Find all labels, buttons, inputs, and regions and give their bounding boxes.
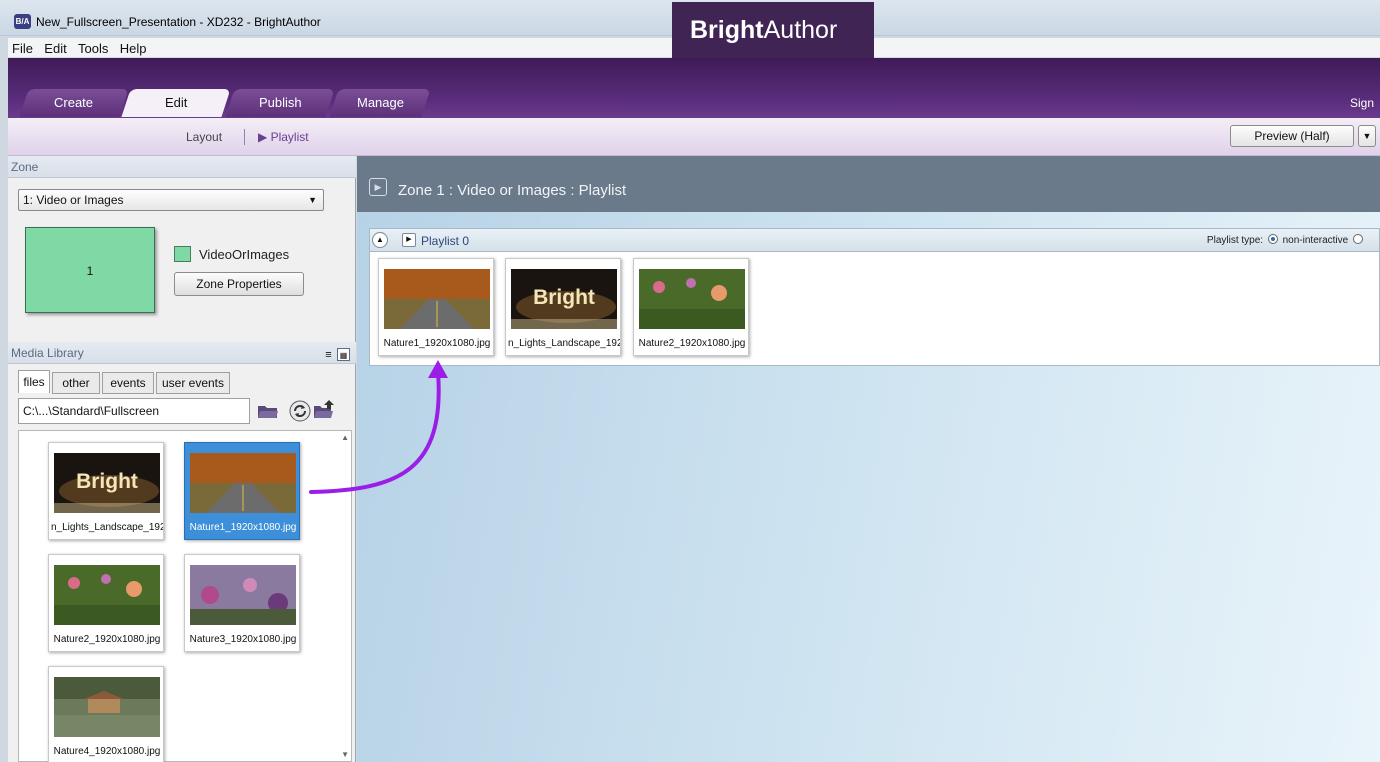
tab-publish[interactable]: Publish [225, 89, 335, 117]
media-file-item-selected[interactable]: Nature1_1920x1080.jpg [184, 442, 300, 540]
zone-header: ▶ Zone 1 : Video or Images : Playlist [357, 156, 1380, 212]
playlist-item[interactable]: Nature1_1920x1080.jpg [378, 258, 494, 356]
playlist-item-name: Nature2_1920x1080.jpg [638, 338, 746, 349]
purple-flowers-thumbnail [190, 565, 296, 625]
media-file-item[interactable]: Nature2_1920x1080.jpg [48, 554, 164, 652]
open-folder-icon[interactable] [257, 402, 279, 420]
view-toggle: ≡ ▦ [320, 347, 350, 362]
svg-text:Bright: Bright [533, 286, 595, 309]
zone-section-heading: Zone [8, 156, 356, 178]
road-thumbnail [190, 453, 296, 513]
playlist-item[interactable]: Nature2_1920x1080.jpg [633, 258, 749, 356]
media-file-item[interactable]: Nature3_1920x1080.jpg [184, 554, 300, 652]
menu-file[interactable]: File [8, 38, 37, 56]
media-file-name: Nature4_1920x1080.jpg [53, 746, 161, 757]
playlist-type-label: Playlist type: [1206, 235, 1264, 246]
tab-create[interactable]: Create [19, 89, 129, 117]
zone-select[interactable]: 1: Video or Images ▼ [18, 189, 324, 211]
refresh-icon[interactable] [289, 400, 311, 422]
bright-logo-thumbnail: Bright [511, 269, 617, 329]
chevron-down-icon: ▼ [308, 195, 317, 205]
svg-text:Bright: Bright [76, 470, 138, 493]
grid-view-icon[interactable]: ▦ [337, 348, 350, 361]
tab-files[interactable]: files [18, 370, 50, 393]
scroll-down-arrow-icon[interactable]: ▼ [341, 750, 349, 759]
playlist-item-name: n_Lights_Landscape_192( [508, 338, 620, 349]
zone-properties-button[interactable]: Zone Properties [174, 272, 304, 296]
subnav-playlist[interactable]: ▶ Playlist [258, 130, 309, 144]
play-icon: ▶ [369, 178, 387, 196]
brightauthor-app-icon: B/A [14, 14, 31, 29]
playlist-name: Playlist 0 [421, 234, 470, 248]
media-file-name: Nature3_1920x1080.jpg [189, 634, 297, 645]
flowers-thumbnail [54, 565, 160, 625]
menu-tools[interactable]: Tools [74, 38, 112, 56]
media-file-name: Nature1_1920x1080.jpg [189, 522, 297, 533]
subnav-layout[interactable]: Layout [186, 130, 222, 144]
media-file-name: Nature2_1920x1080.jpg [53, 634, 161, 645]
playlist-item-name: Nature1_1920x1080.jpg [383, 338, 491, 349]
edit-subbar: Layout ▶ Playlist Preview (Half) ▼ [8, 118, 1380, 156]
playlist-type-value: non-interactive [1282, 235, 1349, 246]
zone-color-swatch [174, 246, 191, 262]
folder-up-icon[interactable] [313, 398, 335, 420]
media-library-heading: Media Library [8, 342, 356, 364]
road-thumbnail [384, 269, 490, 329]
playlist-item[interactable]: Bright n_Lights_Landscape_192( [505, 258, 621, 356]
flowers-thumbnail [639, 269, 745, 329]
collapse-icon[interactable]: ▲ [372, 232, 388, 248]
tab-manage[interactable]: Manage [329, 89, 431, 117]
tab-events[interactable]: events [102, 372, 154, 394]
sign-in-link[interactable]: Sign [1350, 96, 1374, 110]
play-icon[interactable]: ▶ [402, 233, 416, 247]
radio-interactive[interactable] [1353, 234, 1363, 244]
subnav-separator [244, 129, 245, 145]
scroll-up-arrow-icon[interactable]: ▲ [341, 433, 349, 442]
media-file-item[interactable]: Nature4_1920x1080.jpg [48, 666, 164, 762]
playlist-workspace[interactable]: ▶ Zone 1 : Video or Images : Playlist ▲ … [357, 156, 1380, 762]
playlist-bar: ▲ ▶ Playlist 0 Playlist type: non-intera… [369, 228, 1380, 252]
media-file-name: n_Lights_Landscape_192( [51, 522, 163, 533]
brand-logo: BrightAuthor [690, 16, 838, 44]
menu-edit[interactable]: Edit [40, 38, 70, 56]
list-view-icon[interactable]: ≡ [322, 349, 335, 362]
tab-other[interactable]: other [52, 372, 100, 394]
gazebo-thumbnail [54, 677, 160, 737]
bright-logo-thumbnail: Bright [54, 453, 160, 513]
chevron-down-icon: ▼ [1362, 131, 1372, 141]
media-file-item[interactable]: Bright n_Lights_Landscape_192( [48, 442, 164, 540]
preview-button[interactable]: Preview (Half) [1230, 125, 1354, 147]
zone-type-label: VideoOrImages [199, 247, 290, 262]
playlist-type: Playlist type: non-interactive [1207, 234, 1365, 246]
window-title: New_Fullscreen_Presentation - XD232 - Br… [36, 15, 321, 29]
folder-path-field[interactable]: C:\...\Standard\Fullscreen [18, 398, 250, 424]
zone-select-value: 1: Video or Images [23, 193, 124, 207]
zone-header-title: Zone 1 : Video or Images : Playlist [398, 182, 627, 199]
tab-user-events[interactable]: user events [156, 372, 230, 394]
menu-help[interactable]: Help [116, 38, 151, 56]
zone-preview-box[interactable]: 1 [25, 227, 155, 313]
preview-dropdown-button[interactable]: ▼ [1358, 125, 1376, 147]
radio-non-interactive[interactable] [1267, 234, 1278, 244]
tab-edit[interactable]: Edit [121, 89, 231, 117]
